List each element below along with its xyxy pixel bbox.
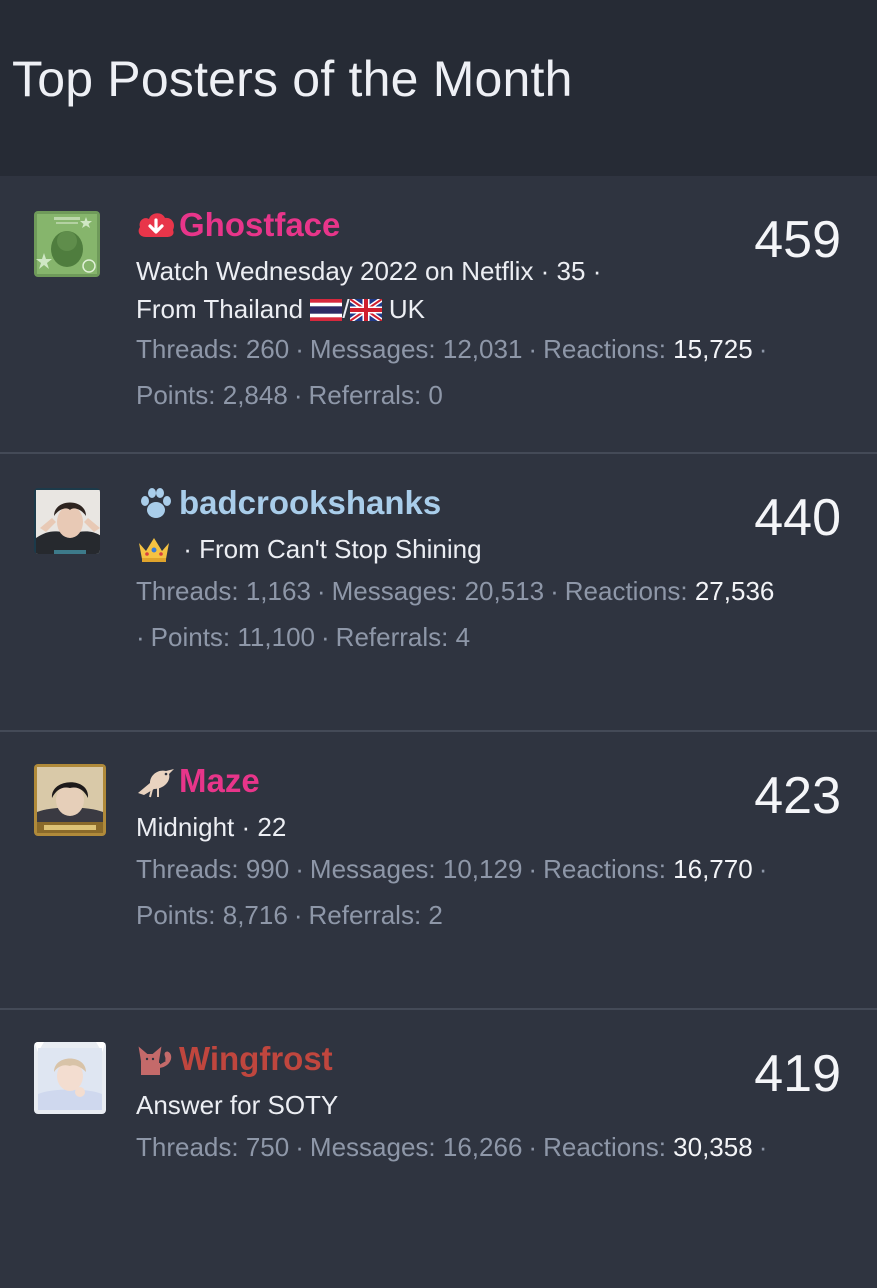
referrals-label: Referrals: (308, 380, 422, 410)
post-count: 419 (754, 1045, 841, 1103)
user-description: Watch Wednesday 2022 on Netflix · 35 · F… (136, 252, 696, 328)
list-item[interactable]: Maze Midnight · 22 Threads: 990 · Messages… (0, 732, 877, 1010)
widget-title: Top Posters of the Month (12, 51, 573, 107)
referrals-value: 0 (428, 380, 443, 410)
top-posters-list: Ghostface Watch Wednesday 2022 on Netfli… (0, 176, 877, 1288)
points-label: Points: (150, 622, 231, 652)
threads-label: Threads: (136, 334, 239, 364)
points-label: Points: (136, 380, 216, 410)
cloud-download-icon (136, 207, 176, 243)
separator-dot: · (528, 1132, 538, 1162)
user-description: · From Can't Stop Shining (136, 530, 696, 568)
points-value: 8,716 (222, 900, 288, 930)
post-count: 423 (754, 767, 841, 825)
user-stats: Threads: 260 · Messages: 12,031 · Reactions:… (136, 326, 856, 418)
reactions-label: Reactions: (543, 334, 666, 364)
separator-dot: · (528, 854, 538, 884)
reactions-value: 30,358 (673, 1132, 753, 1162)
user-description: Answer for SOTY (136, 1086, 696, 1124)
post-count: 440 (754, 489, 841, 547)
referrals-value: 4 (455, 622, 471, 652)
reactions-value: 27,536 (694, 576, 775, 606)
threads-value: 990 (245, 854, 290, 884)
avatar[interactable] (34, 1042, 106, 1114)
bird-icon (136, 763, 176, 799)
threads-value: 750 (245, 1132, 290, 1162)
username-line: Maze (136, 762, 260, 800)
messages-label: Messages: (331, 576, 458, 606)
avatar[interactable] (34, 211, 100, 277)
list-item[interactable]: badcrookshanks · From Can't Stop Shining… (0, 454, 877, 732)
list-item[interactable]: Wingfrost Answer for SOTY Threads: 750 · M… (0, 1010, 877, 1288)
desc-line: · From Can't Stop Shining (136, 530, 696, 568)
username-line: Ghostface (136, 206, 340, 244)
threads-label: Threads: (136, 854, 239, 884)
post-count: 459 (754, 211, 841, 269)
points-label: Points: (136, 900, 216, 930)
referrals-value: 2 (428, 900, 443, 930)
desc-line: From Thailand / UK (136, 290, 696, 328)
separator-dot: · (758, 854, 768, 884)
messages-value: 12,031 (442, 334, 523, 364)
referrals-label: Referrals: (335, 622, 449, 652)
separator-dot: · (293, 380, 303, 410)
user-stats: Threads: 1,163 · Messages: 20,513 · Reaction… (136, 568, 856, 660)
threads-value: 1,163 (245, 576, 311, 606)
reactions-value: 16,770 (673, 854, 753, 884)
username-link[interactable]: Wingfrost (179, 1040, 333, 1078)
referrals-label: Referrals: (308, 900, 422, 930)
cat-icon (136, 1041, 176, 1077)
avatar[interactable] (34, 488, 100, 554)
separator-dot: · (295, 334, 304, 364)
points-value: 11,100 (237, 622, 315, 652)
separator-dot: · (550, 576, 559, 606)
username-link[interactable]: badcrookshanks (179, 484, 441, 522)
username-link[interactable]: Ghostface (179, 206, 340, 244)
username-link[interactable]: Maze (179, 762, 260, 800)
desc-line: Midnight · 22 (136, 812, 287, 842)
desc-text: · From Can't Stop Shining (183, 534, 482, 564)
threads-value: 260 (245, 334, 290, 364)
widget-header: Top Posters of the Month (0, 0, 877, 176)
separator-dot: · (136, 622, 145, 652)
messages-label: Messages: (309, 334, 436, 364)
avatar[interactable] (34, 764, 106, 836)
separator-dot: · (316, 576, 326, 606)
user-description: Midnight · 22 (136, 808, 696, 846)
username-line: badcrookshanks (136, 484, 441, 522)
points-value: 2,848 (222, 380, 288, 410)
desc-line: Watch Wednesday 2022 on Netflix · 35 · (136, 256, 602, 286)
separator-dot: · (528, 334, 538, 364)
reactions-label: Reactions: (564, 576, 688, 606)
crown-icon (136, 534, 172, 564)
threads-label: Threads: (136, 1132, 239, 1162)
messages-value: 20,513 (464, 576, 545, 606)
separator-dot: · (295, 1132, 304, 1162)
reactions-value: 15,725 (673, 334, 753, 364)
separator-dot: · (321, 622, 330, 652)
messages-label: Messages: (309, 1132, 436, 1162)
separator-dot: · (758, 1132, 768, 1162)
threads-label: Threads: (136, 576, 239, 606)
desc-country: UK (388, 294, 425, 324)
reactions-label: Reactions: (543, 1132, 666, 1162)
user-stats: Threads: 990 · Messages: 10,129 · Reactions:… (136, 846, 856, 938)
separator-dot: · (293, 900, 303, 930)
uk-flag-icon (349, 299, 382, 321)
list-item[interactable]: Ghostface Watch Wednesday 2022 on Netfli… (0, 176, 877, 454)
desc-line: Answer for SOTY (136, 1090, 339, 1120)
separator-dot: · (758, 334, 768, 364)
messages-label: Messages: (309, 854, 436, 884)
desc-separator: / (342, 294, 350, 324)
user-stats: Threads: 750 · Messages: 16,266 · Reactions:… (136, 1124, 856, 1170)
messages-value: 10,129 (442, 854, 523, 884)
paw-icon (136, 485, 176, 521)
reactions-label: Reactions: (543, 854, 666, 884)
messages-value: 16,266 (442, 1132, 523, 1162)
desc-from: From Thailand (136, 294, 304, 324)
username-line: Wingfrost (136, 1040, 333, 1078)
separator-dot: · (295, 854, 304, 884)
thailand-flag-icon (310, 299, 343, 321)
